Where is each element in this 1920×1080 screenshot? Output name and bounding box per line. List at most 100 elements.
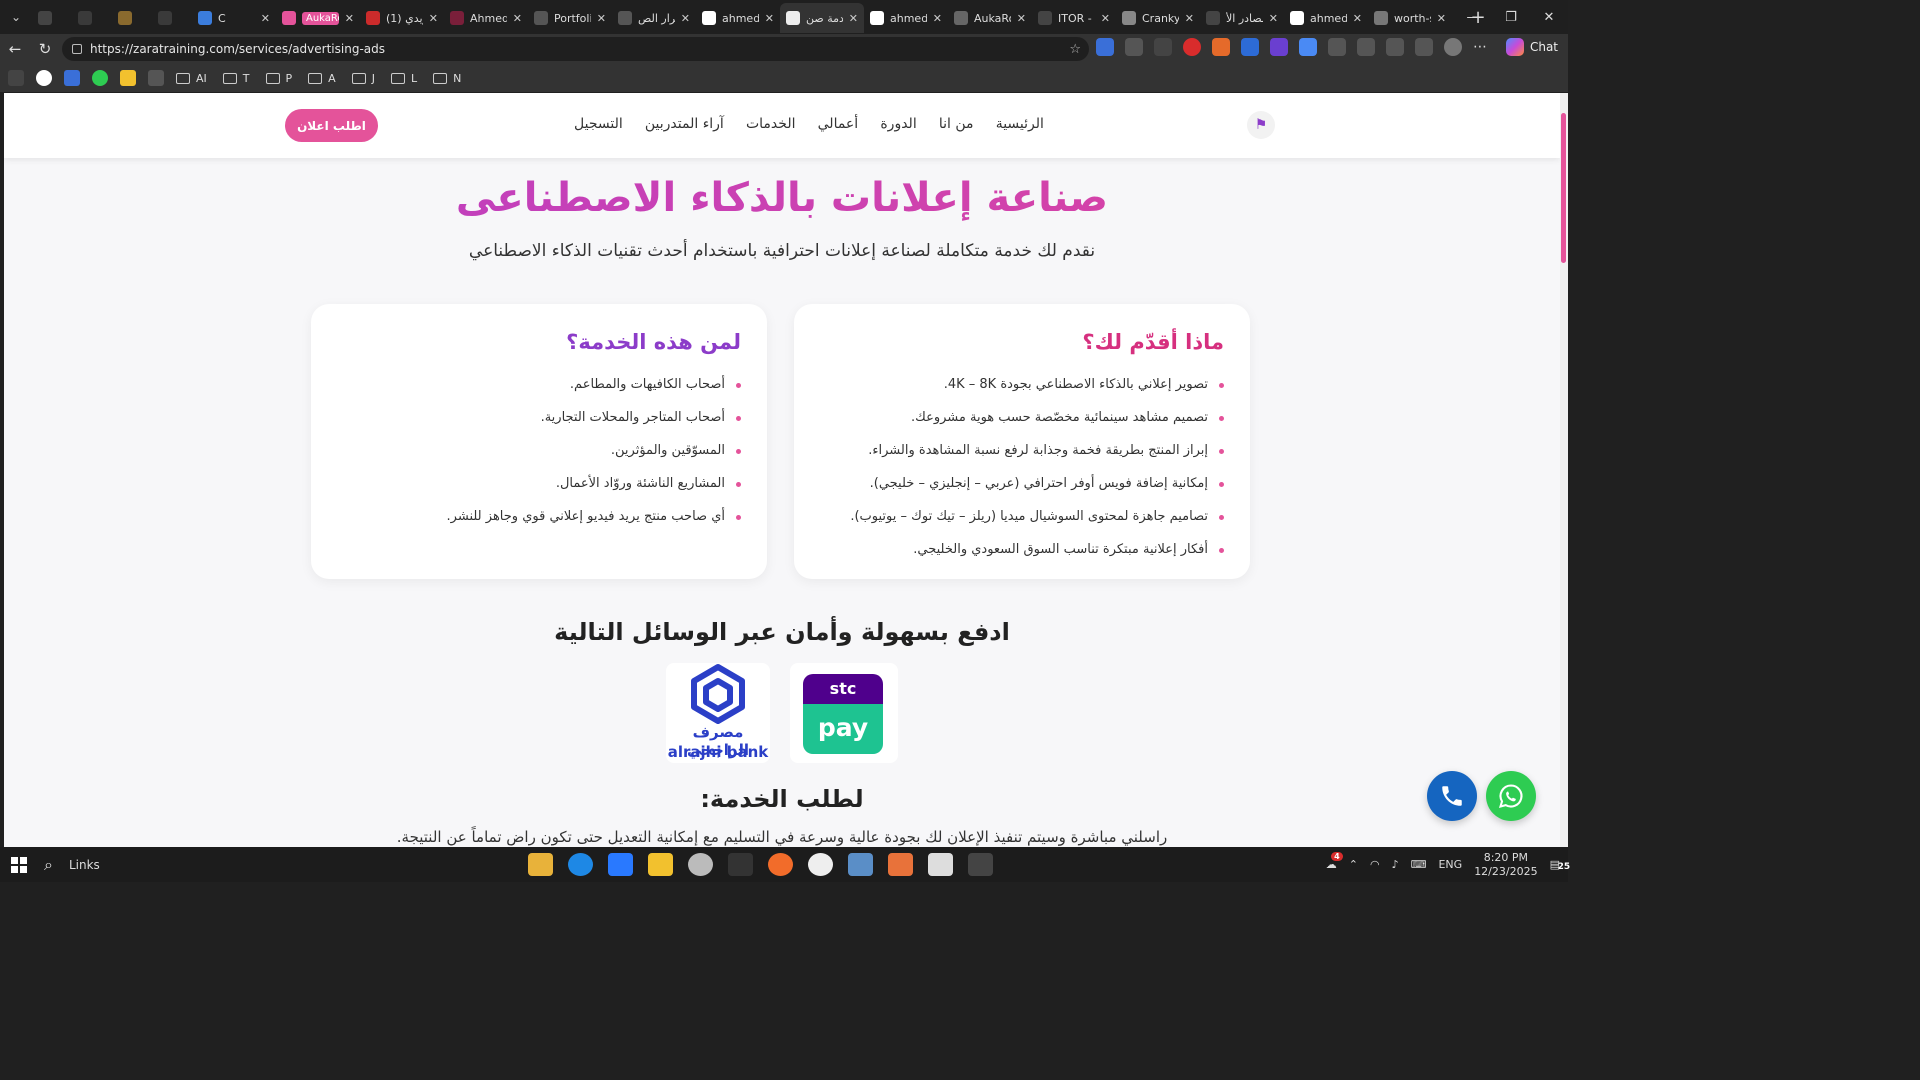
browser-tab[interactable]: AukaRo ✕	[948, 3, 1032, 33]
profile-avatar-icon[interactable]	[1444, 38, 1462, 56]
bookmark-icon[interactable]	[64, 70, 80, 86]
close-window-icon[interactable]: ✕	[1530, 0, 1568, 34]
nav-link[interactable]: الخدمات	[746, 116, 796, 132]
request-ad-button[interactable]: اطلب اعلان	[285, 109, 378, 142]
bookmark-folder[interactable]: N	[433, 72, 461, 85]
close-tab-icon[interactable]: ✕	[1185, 12, 1194, 25]
bookmark-folder[interactable]: AI	[176, 72, 207, 85]
taskbar-search[interactable]: ⌕ Links	[44, 855, 164, 875]
whatsapp-button[interactable]	[1486, 771, 1536, 821]
bookmark-folder[interactable]: J	[351, 72, 375, 85]
extensions-puzzle-icon[interactable]	[1328, 38, 1346, 56]
app-icon[interactable]	[888, 853, 913, 876]
call-button[interactable]	[1427, 771, 1477, 821]
browser-tab[interactable]	[152, 3, 192, 33]
nav-link[interactable]: الدورة	[880, 116, 916, 132]
browser-tab[interactable]: Cranky ✕	[1116, 3, 1200, 33]
browser-tab[interactable]: تكرار الص ✕	[612, 3, 696, 33]
close-tab-icon[interactable]: ✕	[681, 12, 690, 25]
app-icon[interactable]	[768, 853, 793, 876]
close-tab-icon[interactable]: ✕	[1101, 12, 1110, 25]
weather-icon[interactable]: ☁ 4	[1326, 852, 1343, 871]
app-icon[interactable]	[688, 853, 713, 876]
close-tab-icon[interactable]: ✕	[849, 12, 858, 25]
close-tab-icon[interactable]: ✕	[261, 12, 270, 25]
close-tab-icon[interactable]: ✕	[597, 12, 606, 25]
nav-link[interactable]: الرئيسية	[996, 116, 1044, 132]
favorites-icon[interactable]	[1386, 38, 1404, 56]
browser-tab[interactable]: مصادر الأ ✕	[1200, 3, 1284, 33]
nav-link[interactable]: من انا	[939, 116, 974, 132]
close-tab-icon[interactable]: ✕	[765, 12, 774, 25]
bookmark-folder[interactable]: A	[308, 72, 336, 85]
bookmark-icon[interactable]	[120, 70, 136, 86]
extension-icon[interactable]	[1241, 38, 1259, 56]
close-tab-icon[interactable]: ✕	[345, 12, 354, 25]
app-icon[interactable]	[928, 853, 953, 876]
bookmark-list-icon[interactable]	[148, 70, 164, 86]
extension-icon[interactable]	[1154, 38, 1172, 56]
browser-tab[interactable]: AukaRo ✕	[276, 3, 360, 33]
close-tab-icon[interactable]: ✕	[933, 12, 942, 25]
browser-tab[interactable]: Ahmed R ✕	[444, 3, 528, 33]
browser-tab[interactable]	[32, 3, 72, 33]
app-icon[interactable]	[848, 853, 873, 876]
extension-icon[interactable]	[1183, 38, 1201, 56]
start-button[interactable]	[0, 856, 38, 873]
extension-icon[interactable]	[1212, 38, 1230, 56]
bookmark-icon[interactable]	[8, 70, 24, 86]
file-explorer-icon[interactable]	[528, 853, 553, 876]
downloads-icon[interactable]	[1415, 38, 1433, 56]
browser-tab[interactable]: C ✕	[192, 3, 276, 33]
extension-icon[interactable]	[1125, 38, 1143, 56]
close-tab-icon[interactable]: ✕	[513, 12, 522, 25]
site-logo-icon[interactable]: ⚑	[1247, 111, 1275, 139]
browser-tab[interactable]: Portfolio ✕	[528, 3, 612, 33]
minimize-icon[interactable]: —	[1454, 0, 1492, 34]
page-scrollbar[interactable]	[1560, 93, 1568, 847]
split-screen-icon[interactable]	[1357, 38, 1375, 56]
close-tab-icon[interactable]: ✕	[1437, 12, 1446, 25]
vscode-icon[interactable]	[608, 853, 633, 876]
extension-icon[interactable]	[1299, 38, 1317, 56]
more-options-icon[interactable]: ⋯	[1473, 39, 1487, 55]
maximize-icon[interactable]: ❐	[1492, 0, 1530, 34]
bookmark-folder[interactable]: T	[222, 72, 250, 85]
browser-tab[interactable]: ahmedra ✕	[1284, 3, 1368, 33]
address-bar[interactable]: https://zaratraining.com/services/advert…	[62, 37, 1089, 61]
browser-tab[interactable]: ahmedra ✕	[864, 3, 948, 33]
clock[interactable]: 8:20 PM 12/23/2025	[1474, 851, 1537, 879]
bookmark-folder[interactable]: L	[390, 72, 417, 85]
favorite-star-icon[interactable]: ☆	[1069, 42, 1081, 57]
browser-tab[interactable]	[112, 3, 152, 33]
back-arrow-icon[interactable]: ←	[0, 40, 30, 58]
app-icon[interactable]	[728, 853, 753, 876]
language-indicator[interactable]: ENG	[1438, 858, 1462, 871]
extension-icon[interactable]	[1096, 38, 1114, 56]
refresh-icon[interactable]: ↻	[30, 40, 60, 58]
browser-tab[interactable]: (1) فريدي ✕	[360, 3, 444, 33]
close-tab-icon[interactable]: ✕	[1269, 12, 1278, 25]
keyboard-icon[interactable]: ⌨	[1411, 858, 1427, 871]
edge-browser-icon[interactable]	[568, 853, 593, 876]
extension-icon[interactable]	[1270, 38, 1288, 56]
browser-tab[interactable]: ahmedra ✕	[696, 3, 780, 33]
nav-link[interactable]: أعمالي	[818, 116, 859, 132]
scrollbar-thumb[interactable]	[1561, 113, 1566, 263]
notifications-icon[interactable]: ▤ 25	[1550, 858, 1571, 872]
close-tab-icon[interactable]: ✕	[429, 12, 438, 25]
close-tab-icon[interactable]: ✕	[1353, 12, 1362, 25]
app-icon[interactable]	[808, 853, 833, 876]
google-icon[interactable]	[36, 70, 52, 86]
nav-link[interactable]: آراء المتدربين	[645, 116, 724, 132]
terminal-icon[interactable]	[968, 853, 993, 876]
nav-link[interactable]: التسجيل	[574, 116, 623, 132]
show-hidden-icons-icon[interactable]: ⌃	[1349, 858, 1358, 871]
browser-tab[interactable]	[72, 3, 112, 33]
browser-tab[interactable]: خدمة صن ✕	[780, 3, 864, 33]
bookmark-folder[interactable]: P	[265, 72, 292, 85]
volume-icon[interactable]: ♪	[1392, 858, 1399, 871]
close-tab-icon[interactable]: ✕	[1017, 12, 1026, 25]
tab-actions-menu-icon[interactable]: ⌄	[0, 0, 32, 34]
browser-tab[interactable]: worth-st ✕	[1368, 3, 1452, 33]
